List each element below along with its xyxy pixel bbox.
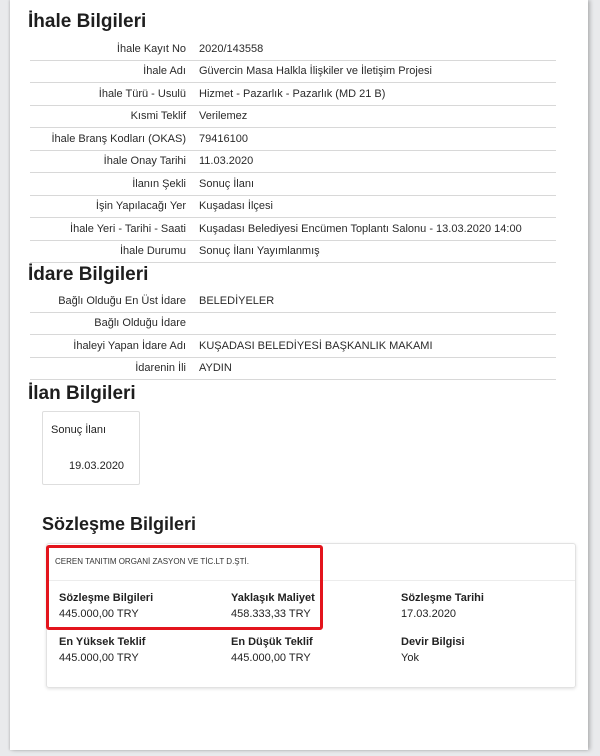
sozlesme-section-title: Sözleşme Bilgileri — [42, 514, 197, 534]
ilan-type: Sonuç İlanı — [51, 424, 107, 436]
field-label: İşin Yapılacağı Yer — [30, 195, 194, 218]
field-label: İhale Yeri - Tarihi - Saati — [30, 217, 194, 241]
field-value: KUŞADASI BELEDİYESİ BAŞKANLIK MAKAMI — [194, 334, 556, 358]
field-value: AYDIN — [194, 357, 556, 380]
field-label: Sözleşme Bilgileri — [59, 592, 154, 604]
ilan-section-title: İlan Bilgileri — [28, 383, 136, 404]
field-label: Devir Bilgisi — [401, 636, 465, 648]
field-value: 445.000,00 TRY — [59, 652, 139, 664]
field-label: İdarenin İli — [30, 357, 194, 380]
field-label: İhale Onay Tarihi — [30, 150, 194, 173]
ihale-info-table: İhale Kayıt No 2020/143558 İhale Adı Güver… — [30, 38, 556, 263]
field-label: Sözleşme Tarihi — [401, 592, 484, 604]
lowest-bid-field: En Düşük Teklif 445.000,00 TRY — [231, 636, 313, 664]
field-value: Kuşadası Belediyesi Encümen Toplantı Sal… — [194, 217, 556, 241]
table-row: İhale Türü - Usulü Hizmet - Pazarlık - Pa… — [30, 82, 556, 106]
ilan-card: Sonuç İlanı 19.03.2020 — [42, 411, 140, 485]
field-value: Yok — [401, 652, 419, 664]
field-value: Sonuç İlanı — [194, 172, 556, 196]
highest-bid-field: En Yüksek Teklif 445.000,00 TRY — [59, 636, 145, 664]
field-label: Bağlı Olduğu İdare — [30, 312, 194, 335]
transfer-info-field: Devir Bilgisi Yok — [401, 636, 465, 664]
table-row: İhale Durumu Sonuç İlanı Yayımlanmış — [30, 240, 556, 263]
table-row: İhale Onay Tarihi 11.03.2020 — [30, 150, 556, 173]
field-value: 445.000,00 TRY — [59, 608, 139, 620]
contract-amount-field: Sözleşme Bilgileri 445.000,00 TRY — [59, 592, 153, 620]
field-value — [194, 312, 556, 335]
field-value: 11.03.2020 — [194, 150, 556, 173]
table-row: Bağlı Olduğu En Üst İdare BELEDİYELER — [30, 290, 556, 313]
idare-info-table: Bağlı Olduğu En Üst İdare BELEDİYELER Bağ… — [30, 290, 556, 380]
field-value: 445.000,00 TRY — [231, 652, 311, 664]
ihale-section-title: İhale Bilgileri — [28, 11, 147, 32]
estimated-cost-field: Yaklaşık Maliyet 458.333,33 TRY — [231, 592, 315, 620]
table-row: İhale Yeri - Tarihi - Saati Kuşadası Bele… — [30, 217, 556, 241]
field-label: Yaklaşık Maliyet — [231, 592, 315, 604]
table-row: İhale Branş Kodları (OKAS) 79416100 — [30, 127, 556, 151]
company-name: CEREN TANITIM ORGANİ ZASYON VE TİC.LT D.… — [55, 557, 249, 566]
field-value: Hizmet - Pazarlık - Pazarlık (MD 21 B) — [194, 82, 556, 106]
field-value: Verilemez — [194, 105, 556, 128]
contract-date-field: Sözleşme Tarihi 17.03.2020 — [401, 592, 484, 620]
field-label: İlanın Şekli — [30, 172, 194, 196]
table-row: İşin Yapılacağı Yer Kuşadası İlçesi — [30, 195, 556, 218]
table-row: İdarenin İli AYDIN — [30, 357, 556, 380]
table-row: İhale Adı Güvercin Masa Halkla İlişkiler … — [30, 60, 556, 83]
field-label: Bağlı Olduğu En Üst İdare — [30, 290, 194, 313]
field-label: Kısmi Teklif — [30, 105, 194, 128]
field-value: 79416100 — [194, 127, 556, 151]
table-row: İhale Kayıt No 2020/143558 — [30, 38, 556, 61]
field-value: BELEDİYELER — [194, 290, 556, 313]
field-value: Kuşadası İlçesi — [194, 195, 556, 218]
card-divider — [47, 580, 575, 581]
field-value: 2020/143558 — [194, 38, 556, 61]
field-value: 17.03.2020 — [401, 608, 457, 620]
table-row: Bağlı Olduğu İdare — [30, 312, 556, 335]
ilan-date: 19.03.2020 — [69, 460, 125, 472]
field-value: Güvercin Masa Halkla İlişkiler ve İletiş… — [194, 60, 556, 83]
field-value: 458.333,33 TRY — [231, 608, 311, 620]
contract-card: CEREN TANITIM ORGANİ ZASYON VE TİC.LT D.… — [46, 543, 576, 688]
field-label: İhale Branş Kodları (OKAS) — [30, 127, 194, 151]
field-label: İhale Türü - Usulü — [30, 82, 194, 106]
table-row: İlanın Şekli Sonuç İlanı — [30, 172, 556, 196]
table-row: İhaleyi Yapan İdare Adı KUŞADASI BELEDİYE… — [30, 334, 556, 358]
field-label: İhale Durumu — [30, 240, 194, 263]
field-label: En Yüksek Teklif — [59, 636, 146, 648]
field-label: İhaleyi Yapan İdare Adı — [30, 334, 194, 358]
field-label: İhale Kayıt No — [30, 38, 194, 61]
table-row: Kısmi Teklif Verilemez — [30, 105, 556, 128]
field-value: Sonuç İlanı Yayımlanmış — [194, 240, 556, 263]
field-label: En Düşük Teklif — [231, 636, 313, 648]
field-label: İhale Adı — [30, 60, 194, 83]
idare-section-title: İdare Bilgileri — [28, 264, 149, 285]
